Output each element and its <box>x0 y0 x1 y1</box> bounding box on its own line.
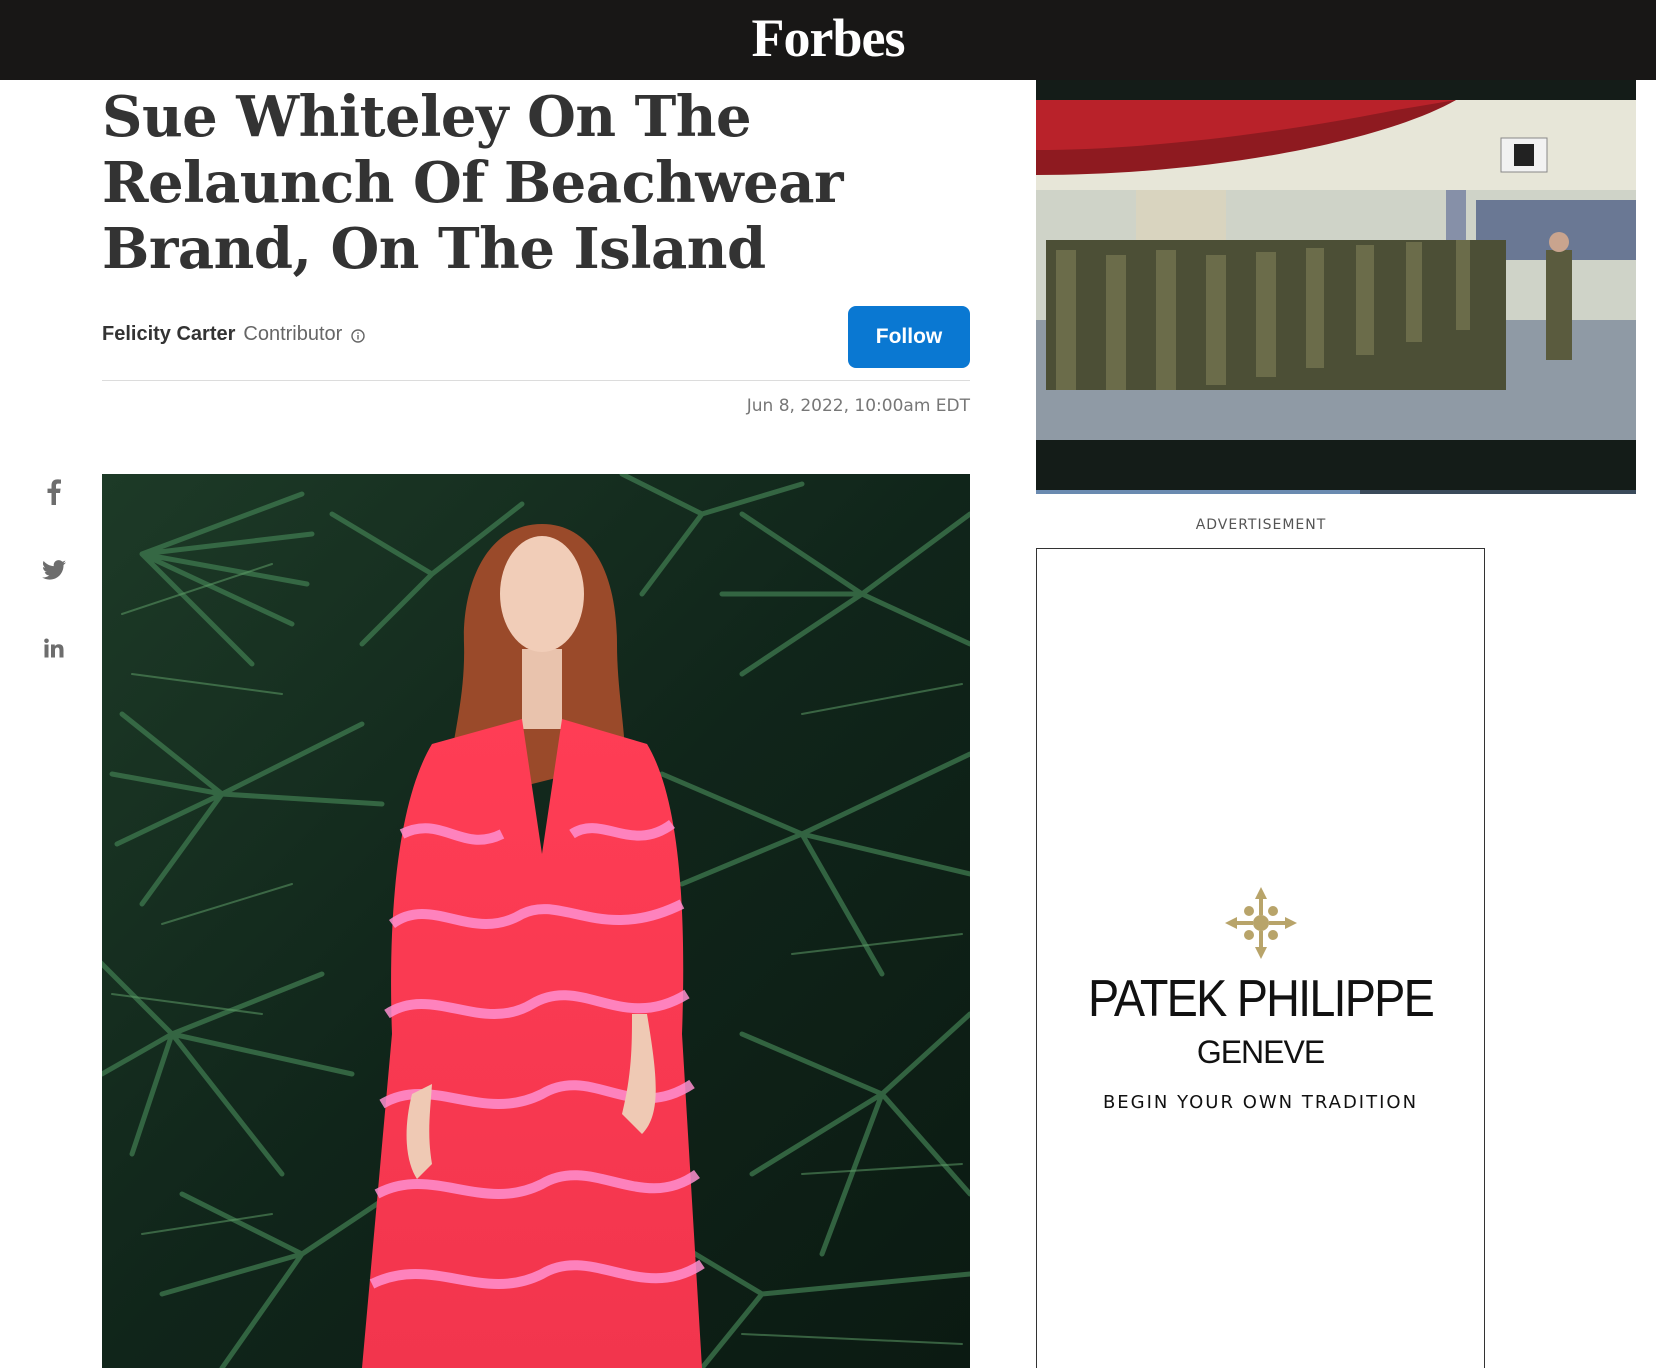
ad-brand-name: PATEK PHILIPPE <box>1087 970 1435 1028</box>
video-player[interactable] <box>1036 80 1636 494</box>
byline-divider <box>102 380 970 381</box>
ad-brand-city: GENEVE <box>1196 1034 1325 1070</box>
follow-button[interactable]: Follow <box>848 306 970 368</box>
share-linkedin-button[interactable] <box>38 632 70 664</box>
ad-tagline: BEGIN YOUR OWN TRADITION <box>1102 1092 1419 1113</box>
info-icon[interactable] <box>350 327 366 343</box>
author-name[interactable]: Felicity Carter <box>102 323 235 346</box>
video-progress-bar[interactable] <box>1036 490 1636 494</box>
share-facebook-button[interactable] <box>38 476 70 508</box>
advertisement-label: ADVERTISEMENT <box>1195 517 1327 533</box>
author-role: Contributor <box>243 323 343 345</box>
hero-photo-illustration <box>102 474 970 1368</box>
hero-image[interactable] <box>102 474 970 1368</box>
byline: Felicity Carter Contributor <box>102 323 366 346</box>
share-twitter-button[interactable] <box>38 554 70 586</box>
advertisement-box[interactable]: PATEK PHILIPPE GENEVE BEGIN YOUR OWN TRA… <box>1036 548 1485 1368</box>
top-nav-bar: Forbes <box>0 0 1656 80</box>
forbes-logo[interactable]: Forbes <box>0 8 1656 68</box>
facebook-icon <box>47 479 61 505</box>
publish-date: Jun 8, 2022, 10:00am EDT <box>746 396 970 416</box>
calatrava-cross-logo <box>1225 887 1297 959</box>
video-progress-fill <box>1036 490 1360 494</box>
linkedin-icon <box>44 638 64 658</box>
article-headline: Sue Whiteley On The Relaunch Of Beachwea… <box>102 84 844 282</box>
twitter-icon <box>42 560 66 580</box>
video-frame-illustration <box>1036 80 1636 494</box>
page: Forbes Sue Whiteley On The Relaunch Of B… <box>0 0 1656 1368</box>
